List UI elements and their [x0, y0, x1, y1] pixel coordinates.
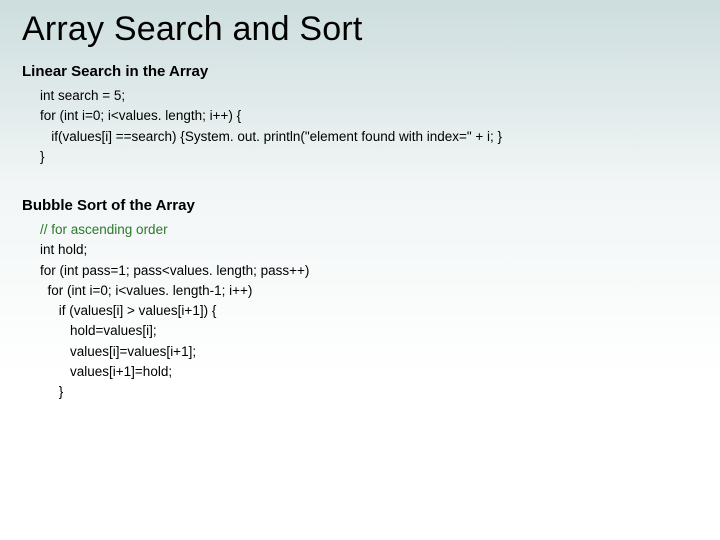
code-line: for (int i=0; i<values. length-1; i++)	[40, 281, 698, 301]
code-line: }	[40, 382, 698, 402]
code-block-linear: int search = 5; for (int i=0; i<values. …	[40, 86, 698, 167]
code-line: hold=values[i];	[40, 321, 698, 341]
code-line: int search = 5;	[40, 86, 698, 106]
section-heading-linear: Linear Search in the Array	[22, 63, 698, 80]
code-line: values[i+1]=hold;	[40, 362, 698, 382]
code-comment: // for ascending order	[40, 220, 698, 240]
code-line: if(values[i] ==search) {System. out. pri…	[40, 127, 698, 147]
code-line: }	[40, 147, 698, 167]
page-title: Array Search and Sort	[22, 10, 698, 49]
code-line: if (values[i] > values[i+1]) {	[40, 301, 698, 321]
section-heading-bubble: Bubble Sort of the Array	[22, 197, 698, 214]
code-line: for (int i=0; i<values. length; i++) {	[40, 106, 698, 126]
code-block-bubble: // for ascending order int hold; for (in…	[40, 220, 698, 402]
code-line: int hold;	[40, 240, 698, 260]
code-line: for (int pass=1; pass<values. length; pa…	[40, 261, 698, 281]
code-line: values[i]=values[i+1];	[40, 342, 698, 362]
